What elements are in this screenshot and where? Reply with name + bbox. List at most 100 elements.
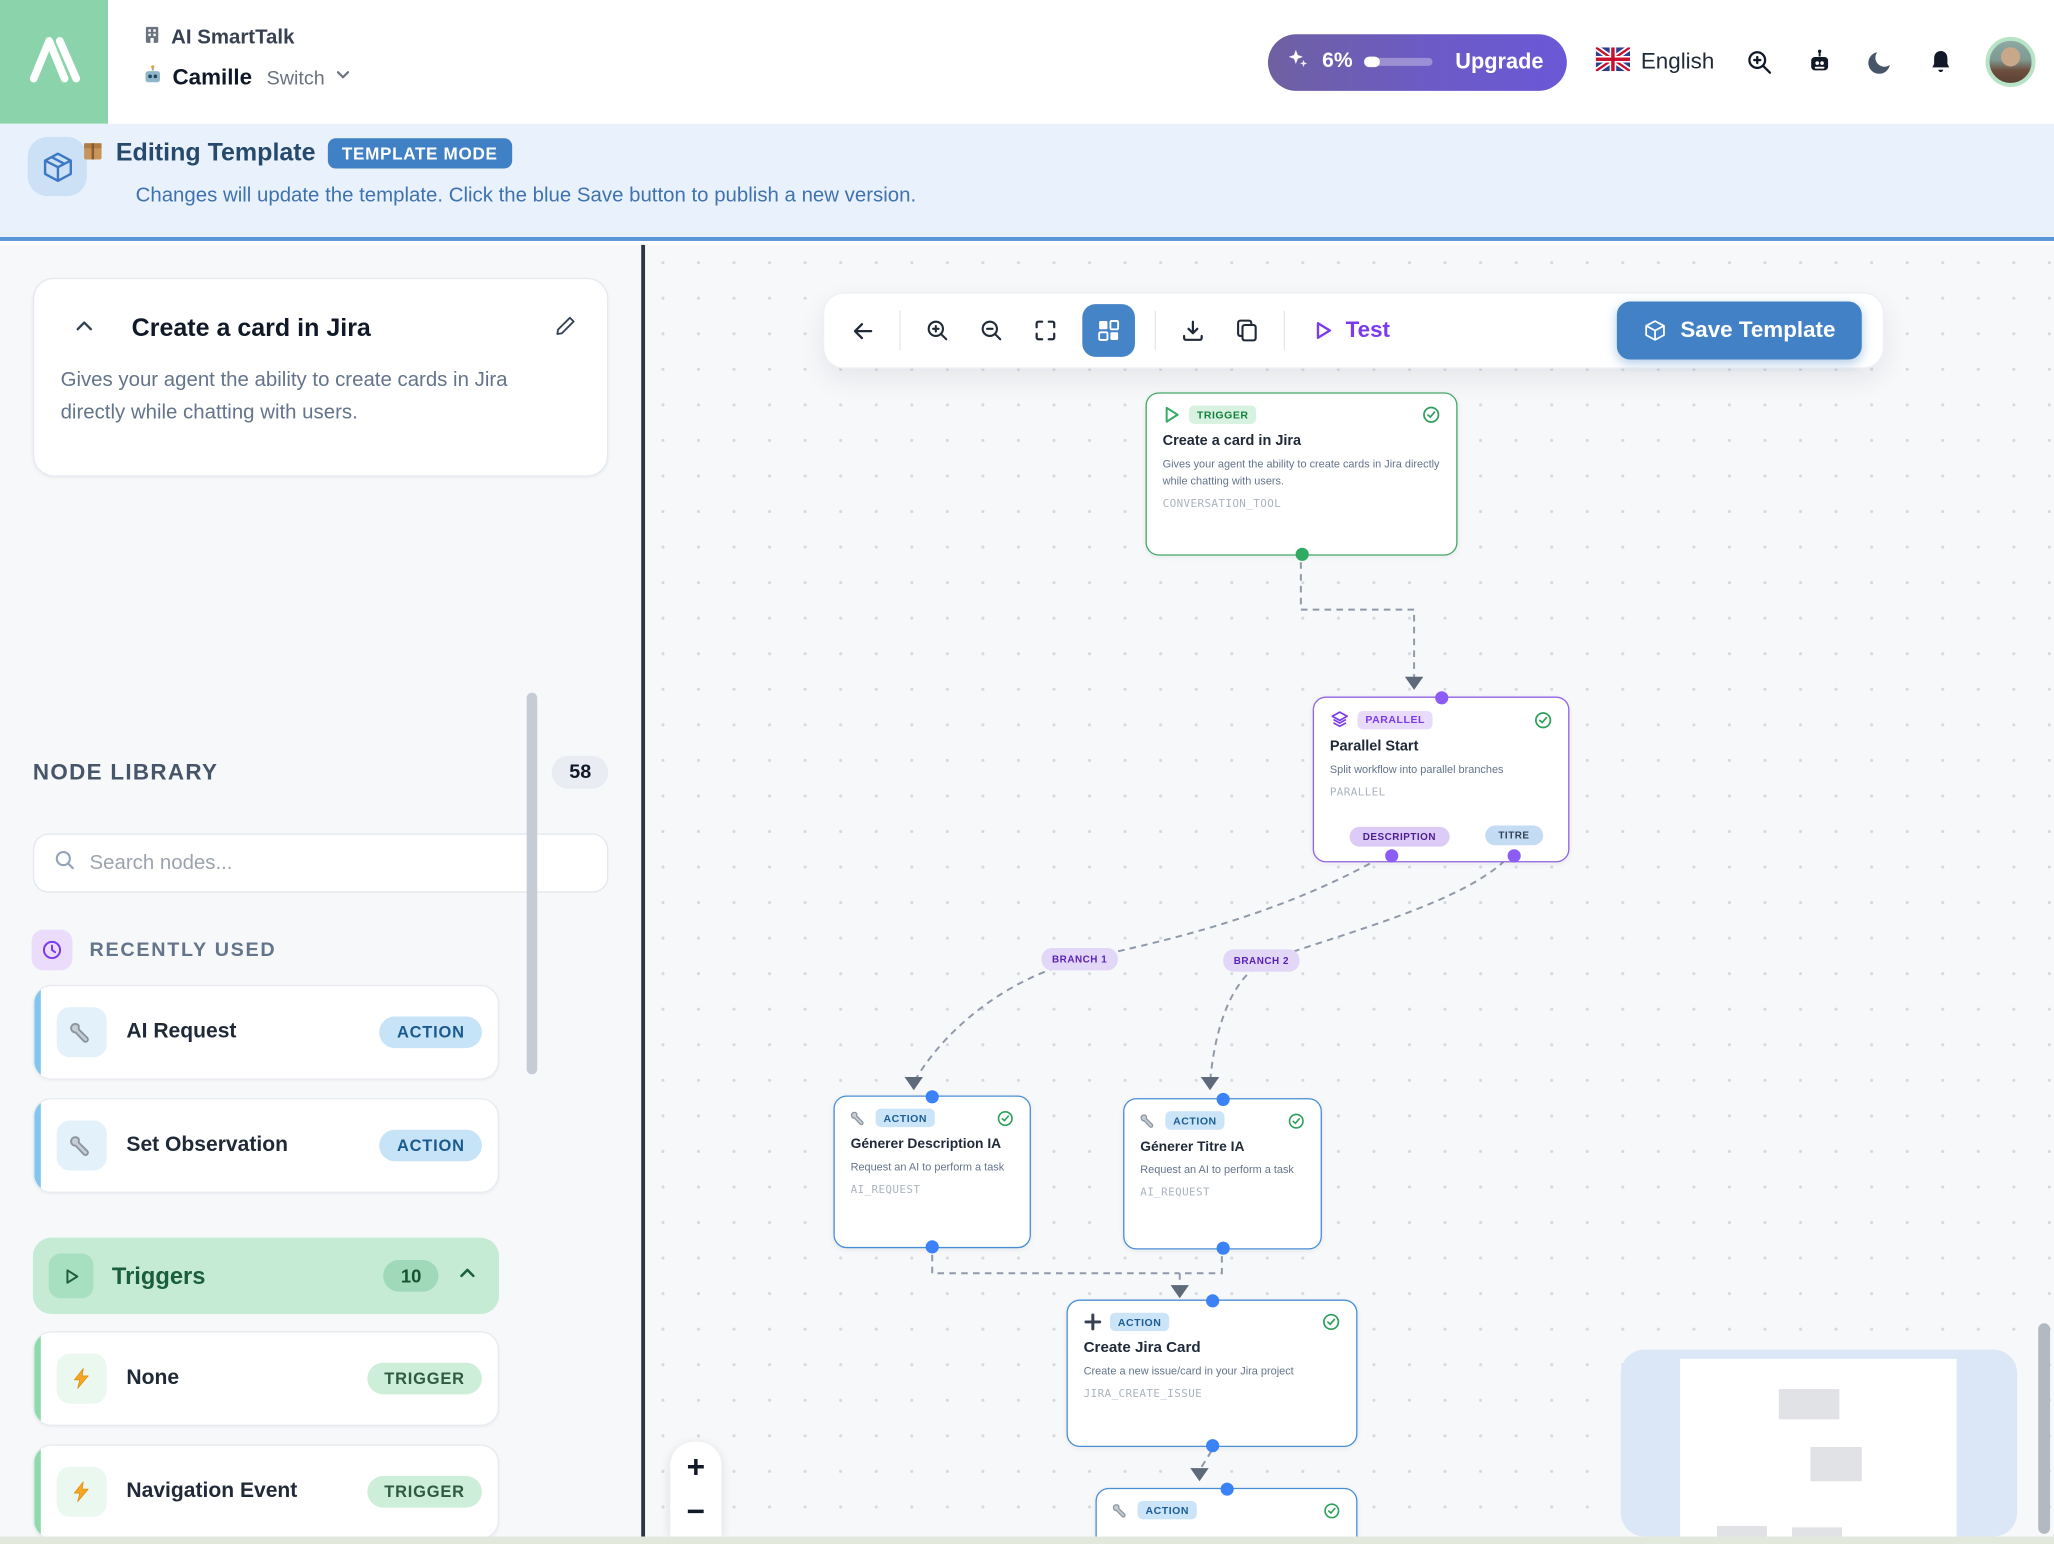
page-scrollbar[interactable]: [2038, 1323, 2050, 1534]
node-description: Gives your agent the ability to create c…: [1163, 456, 1441, 490]
output-handle[interactable]: [1216, 1242, 1229, 1255]
wrench-icon: [57, 1007, 107, 1057]
action-badge: ACTION: [380, 1130, 482, 1162]
upgrade-label: Upgrade: [1455, 49, 1543, 74]
flow-node-parallel-start[interactable]: PARALLEL Parallel Start Split workflow i…: [1313, 697, 1570, 863]
notifications-bell-icon[interactable]: [1925, 46, 1957, 78]
trigger-badge: TRIGGER: [367, 1476, 482, 1508]
chevron-down-icon[interactable]: [334, 66, 351, 90]
output-handle[interactable]: [926, 1240, 939, 1253]
copy-icon[interactable]: [1230, 313, 1264, 347]
check-circle-icon: [1422, 406, 1440, 424]
output-pill-description[interactable]: DESCRIPTION: [1350, 827, 1450, 847]
node-description: Create a new issue/card in your Jira pro…: [1084, 1363, 1341, 1380]
back-arrow-icon[interactable]: [845, 313, 879, 347]
zoom-in-button[interactable]: +: [687, 1442, 705, 1487]
output-handle[interactable]: [1205, 1439, 1218, 1452]
user-avatar[interactable]: [1986, 37, 2036, 87]
node-type-badge: ACTION: [1110, 1313, 1169, 1331]
cube-icon: [1643, 319, 1667, 343]
node-library-count: 58: [552, 756, 608, 789]
zoom-out-icon[interactable]: [974, 313, 1008, 347]
library-item-navigation-event[interactable]: Navigation Event TRIGGER: [33, 1444, 499, 1539]
library-item-set-observation[interactable]: Set Observation ACTION: [33, 1098, 499, 1193]
output-handle-description[interactable]: [1385, 849, 1398, 862]
agent-switch-button[interactable]: Switch: [267, 66, 325, 88]
flow-node-partial[interactable]: ACTION: [1095, 1488, 1357, 1537]
usage-progress-bar: [1364, 58, 1432, 66]
check-circle-icon: [1534, 710, 1552, 728]
app-root: AI SmartTalk Camille Switch 6% Upg: [0, 0, 2054, 1544]
page-bottom-strip: [0, 1537, 2054, 1544]
brand-logo-icon: [25, 32, 83, 91]
input-handle[interactable]: [1216, 1093, 1229, 1106]
zoom-in-icon[interactable]: [920, 313, 954, 347]
flow-node-trigger[interactable]: TRIGGER Create a card in Jira Gives your…: [1146, 392, 1458, 555]
test-label: Test: [1346, 317, 1390, 343]
language-selector[interactable]: English: [1596, 47, 1714, 77]
flow-node-generer-description[interactable]: ACTION Génerer Description IA Request an…: [833, 1095, 1031, 1248]
edit-pencil-icon[interactable]: [553, 313, 578, 345]
output-handle[interactable]: [1295, 548, 1308, 561]
uk-flag-icon: [1596, 47, 1630, 77]
tool-title: Create a card in Jira: [132, 315, 371, 344]
tool-summary-card: Create a card in Jira Gives your agent t…: [33, 278, 608, 477]
library-item-label: Navigation Event: [126, 1480, 297, 1504]
lightning-icon: [57, 1354, 107, 1404]
node-code: AI_REQUEST: [851, 1182, 1014, 1195]
minimap-node: [1792, 1527, 1842, 1536]
check-circle-icon: [1322, 1313, 1340, 1331]
node-search: [33, 833, 608, 892]
output-handle-titre[interactable]: [1508, 849, 1521, 862]
save-template-button[interactable]: Save Template: [1617, 302, 1862, 360]
input-handle[interactable]: [1220, 1483, 1233, 1496]
library-item-none[interactable]: None TRIGGER: [33, 1331, 499, 1426]
layers-icon: [1330, 710, 1350, 730]
check-circle-icon: [997, 1109, 1014, 1126]
wrench-icon: [851, 1109, 868, 1126]
collapse-chevron-up-icon[interactable]: [74, 315, 95, 343]
branch-label-2: BRANCH 2: [1223, 949, 1299, 971]
wrench-icon: [57, 1120, 107, 1170]
output-pill-titre[interactable]: TITRE: [1485, 826, 1543, 846]
top-header: AI SmartTalk Camille Switch 6% Upg: [0, 0, 2054, 124]
download-icon[interactable]: [1176, 313, 1210, 347]
trigger-badge: TRIGGER: [367, 1363, 482, 1395]
library-item-label: None: [126, 1367, 179, 1391]
library-item-label: Set Observation: [126, 1134, 288, 1158]
upgrade-button[interactable]: 6% Upgrade: [1268, 34, 1567, 91]
input-handle[interactable]: [926, 1090, 939, 1103]
test-button[interactable]: Test: [1305, 317, 1398, 343]
input-handle[interactable]: [1205, 1294, 1218, 1307]
node-type-badge: PARALLEL: [1357, 710, 1432, 728]
zoom-out-button[interactable]: −: [687, 1487, 705, 1532]
node-library-sidebar: Create a card in Jira Gives your agent t…: [0, 245, 645, 1537]
input-handle[interactable]: [1435, 691, 1448, 704]
search-input[interactable]: [90, 851, 589, 875]
node-description: Split workflow into parallel branches: [1330, 761, 1553, 778]
robot-icon: [142, 64, 163, 92]
grid-layout-button[interactable]: [1082, 304, 1135, 357]
action-badge: ACTION: [380, 1016, 482, 1048]
brand-logo-area[interactable]: [0, 0, 108, 124]
triggers-group-header[interactable]: Triggers 10: [33, 1238, 499, 1314]
tool-description: Gives your agent the ability to create c…: [34, 345, 607, 430]
library-item-ai-request[interactable]: AI Request ACTION: [33, 985, 499, 1080]
zoom-search-icon[interactable]: [1743, 46, 1775, 78]
canvas-zoom-controls: + −: [670, 1442, 721, 1537]
node-code: AI_REQUEST: [1140, 1185, 1305, 1198]
node-title: Parallel Start: [1330, 739, 1553, 755]
recently-used-heading: RECENTLY USED: [90, 939, 277, 961]
flow-node-generer-titre[interactable]: ACTION Génerer Titre IA Request an AI to…: [1123, 1098, 1322, 1249]
minimap[interactable]: [1621, 1350, 2017, 1537]
flow-canvas[interactable]: Test Save Template TRIGGER Create a card…: [645, 245, 2054, 1537]
flow-node-create-jira-card[interactable]: ACTION Create Jira Card Create a new iss…: [1067, 1300, 1358, 1447]
node-title: Create Jira Card: [1084, 1340, 1341, 1356]
sidebar-scrollbar[interactable]: [527, 693, 538, 1075]
node-code: CONVERSATION_TOOL: [1163, 496, 1441, 509]
wrench-icon: [1140, 1112, 1157, 1129]
banner-message: Changes will update the template. Click …: [136, 184, 917, 208]
dark-mode-moon-icon[interactable]: [1864, 46, 1896, 78]
fit-view-icon[interactable]: [1028, 313, 1062, 347]
assistant-bot-icon[interactable]: [1804, 46, 1836, 78]
